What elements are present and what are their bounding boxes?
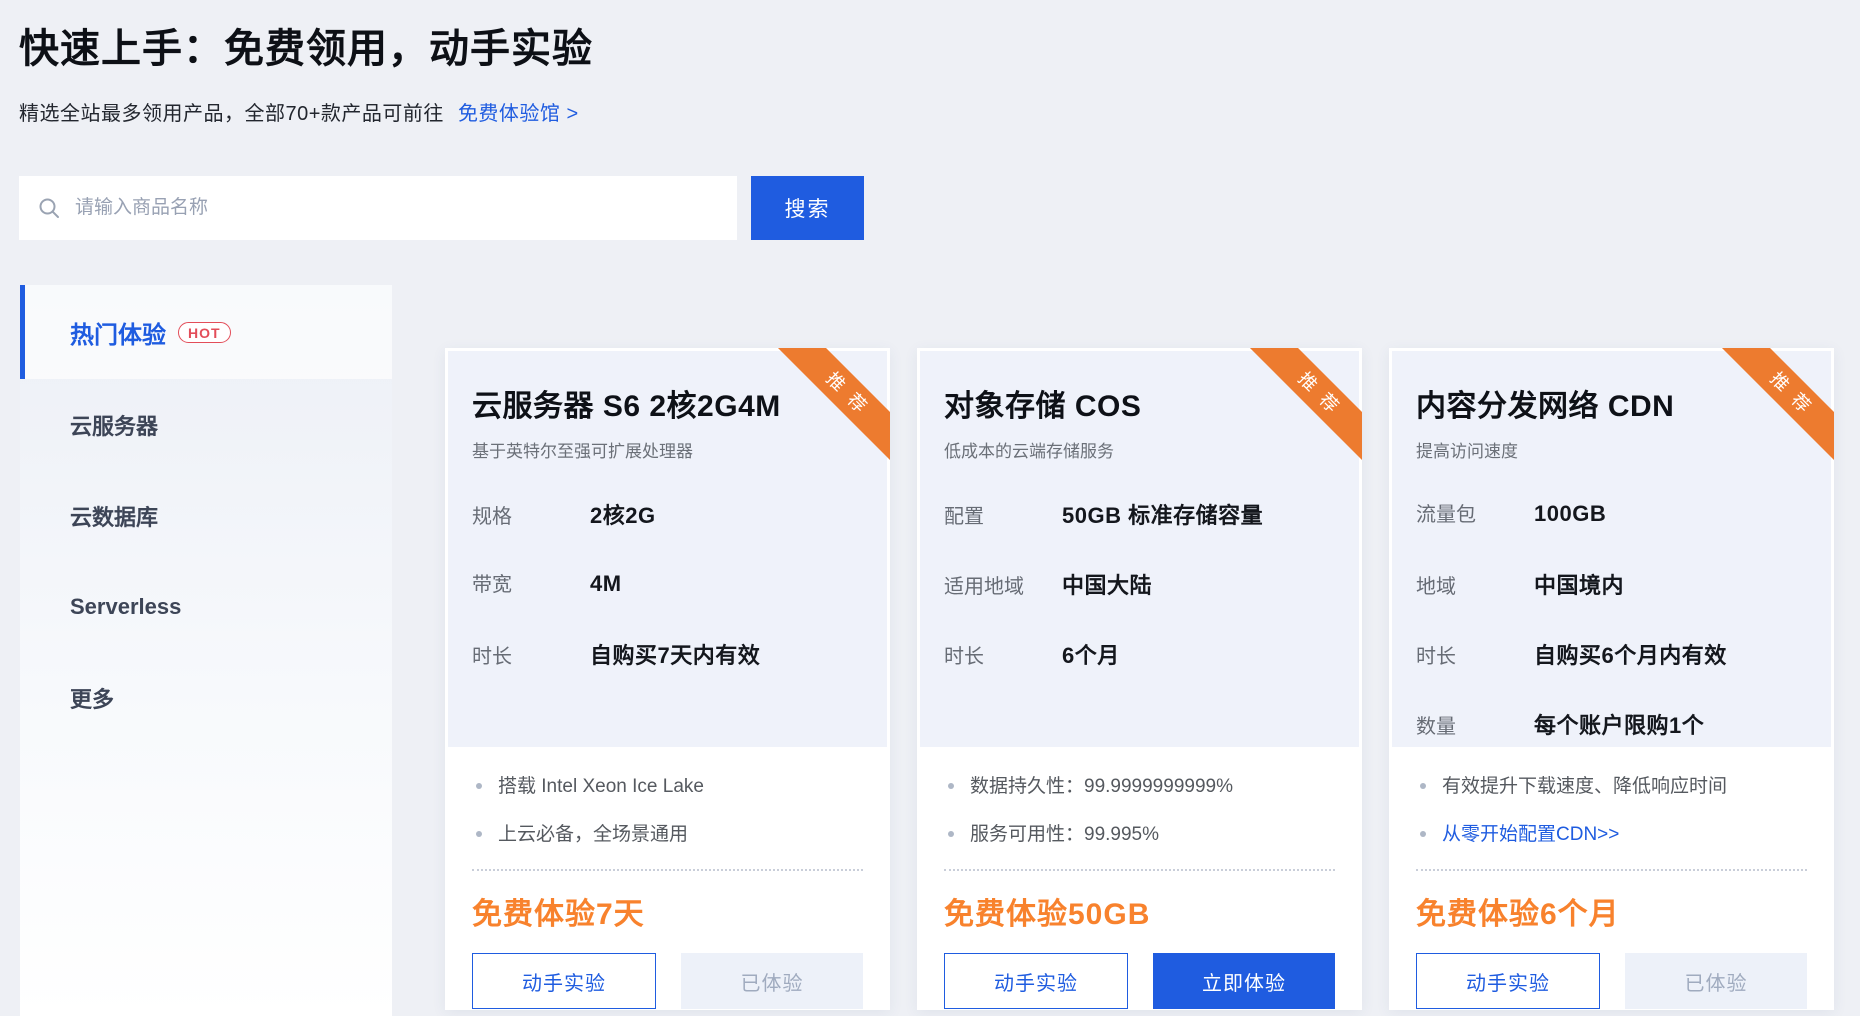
sidebar-item-hot-experience[interactable]: 热门体验 HOT <box>20 285 392 379</box>
product-card-list: 推荐 云服务器 S6 2核2G4M 基于英特尔至强可扩展处理器 规格 2核2G … <box>445 348 1834 1010</box>
sidebar-item-label: 云服务器 <box>70 409 158 441</box>
dotted-divider <box>472 869 863 871</box>
sidebar-item-more[interactable]: 更多 <box>20 652 392 743</box>
sidebar-item-serverless[interactable]: Serverless <box>20 561 392 652</box>
card-actions: 动手实验 已体验 <box>1416 953 1807 1009</box>
card-subtitle: 提高访问速度 <box>1416 437 1807 462</box>
free-offer-text: 免费体验7天 <box>472 889 863 933</box>
spec-value: 每个账户限购1个 <box>1534 708 1704 740</box>
card-title: 内容分发网络 CDN <box>1416 381 1807 425</box>
sidebar: 热门体验 HOT 云服务器 云数据库 Serverless 更多 <box>20 285 392 1016</box>
card-title: 云服务器 S6 2核2G4M <box>472 381 863 425</box>
spec-row: 配置 50GB 标准存储容量 <box>944 498 1335 568</box>
feature-text: 搭载 Intel Xeon Ice Lake <box>498 776 704 797</box>
spec-value: 自购买7天内有效 <box>590 638 760 670</box>
card-subtitle: 基于英特尔至强可扩展处理器 <box>472 437 863 462</box>
hands-on-lab-button[interactable]: 动手实验 <box>944 953 1128 1009</box>
spec-row: 规格 2核2G <box>472 498 863 568</box>
search-button[interactable]: 搜索 <box>751 176 864 240</box>
feature-list: 数据持久性：99.9999999999% 服务可用性：99.995% <box>944 773 1335 849</box>
feature-item: 数据持久性：99.9999999999% <box>944 773 1335 801</box>
spec-row: 流量包 100GB <box>1416 498 1807 568</box>
feature-list: 有效提升下载速度、降低响应时间 从零开始配置CDN>> <box>1416 773 1807 849</box>
feature-item: 有效提升下载速度、降低响应时间 <box>1416 773 1807 801</box>
free-offer-text: 免费体验50GB <box>944 889 1335 933</box>
card-top-section: 云服务器 S6 2核2G4M 基于英特尔至强可扩展处理器 规格 2核2G 带宽 … <box>448 351 887 747</box>
spec-label: 配置 <box>944 500 1062 529</box>
spec-row: 时长 自购买7天内有效 <box>472 638 863 708</box>
card-top-section: 内容分发网络 CDN 提高访问速度 流量包 100GB 地域 中国境内 时长 自… <box>1392 351 1831 747</box>
card-bottom-section: 搭载 Intel Xeon Ice Lake 上云必备，全场景通用 免费体验7天… <box>448 747 887 1009</box>
sidebar-item-cloud-server[interactable]: 云服务器 <box>20 379 392 470</box>
spec-label: 时长 <box>944 640 1062 669</box>
spec-row: 地域 中国境内 <box>1416 568 1807 638</box>
spec-value: 4M <box>590 571 622 597</box>
spec-label: 地域 <box>1416 570 1534 599</box>
spec-row: 时长 自购买6个月内有效 <box>1416 638 1807 708</box>
feature-item: 服务可用性：99.995% <box>944 821 1335 849</box>
product-card-cdn: 推荐 内容分发网络 CDN 提高访问速度 流量包 100GB 地域 中国境内 时… <box>1389 348 1834 1010</box>
spec-label: 时长 <box>1416 640 1534 669</box>
feature-item: 搭载 Intel Xeon Ice Lake <box>472 773 863 801</box>
spec-list: 流量包 100GB 地域 中国境内 时长 自购买6个月内有效 数量 每个账户限购… <box>1416 498 1807 778</box>
spec-list: 规格 2核2G 带宽 4M 时长 自购买7天内有效 <box>472 498 863 708</box>
feature-item: 从零开始配置CDN>> <box>1416 821 1807 849</box>
search-input-wrap <box>19 176 737 240</box>
product-card-cvm: 推荐 云服务器 S6 2核2G4M 基于英特尔至强可扩展处理器 规格 2核2G … <box>445 348 890 1010</box>
feature-text: 有效提升下载速度、降低响应时间 <box>1442 776 1727 797</box>
product-card-cos: 推荐 对象存储 COS 低成本的云端存储服务 配置 50GB 标准存储容量 适用… <box>917 348 1362 1010</box>
page-title: 快速上手：免费领用，动手实验 <box>19 16 593 74</box>
spec-label: 流量包 <box>1416 498 1534 527</box>
feature-text: 数据持久性：99.9999999999% <box>970 776 1233 797</box>
cdn-config-guide-link[interactable]: 从零开始配置CDN>> <box>1442 824 1619 845</box>
spec-label: 带宽 <box>472 568 590 597</box>
spec-value: 100GB <box>1534 501 1606 527</box>
dotted-divider <box>944 869 1335 871</box>
sidebar-item-label: 更多 <box>70 682 114 714</box>
card-subtitle: 低成本的云端存储服务 <box>944 437 1335 462</box>
feature-text: 服务可用性：99.995% <box>970 824 1159 845</box>
feature-text: 上云必备，全场景通用 <box>498 824 688 845</box>
spec-label: 数量 <box>1416 710 1534 739</box>
search-bar: 搜索 <box>19 176 864 240</box>
spec-row: 带宽 4M <box>472 568 863 638</box>
experienced-button[interactable]: 已体验 <box>681 953 863 1009</box>
spec-list: 配置 50GB 标准存储容量 适用地域 中国大陆 时长 6个月 <box>944 498 1335 708</box>
search-input[interactable] <box>75 197 719 219</box>
spec-label: 时长 <box>472 640 590 669</box>
hands-on-lab-button[interactable]: 动手实验 <box>1416 953 1600 1009</box>
spec-value: 中国大陆 <box>1062 568 1152 600</box>
card-bottom-section: 数据持久性：99.9999999999% 服务可用性：99.995% 免费体验5… <box>920 747 1359 1009</box>
spec-value: 6个月 <box>1062 638 1120 670</box>
spec-row: 适用地域 中国大陆 <box>944 568 1335 638</box>
hands-on-lab-button[interactable]: 动手实验 <box>472 953 656 1009</box>
page-subtitle-text: 精选全站最多领用产品，全部70+款产品可前往 <box>19 103 444 125</box>
feature-item: 上云必备，全场景通用 <box>472 821 863 849</box>
free-offer-text: 免费体验6个月 <box>1416 889 1807 933</box>
feature-list: 搭载 Intel Xeon Ice Lake 上云必备，全场景通用 <box>472 773 863 849</box>
spec-label: 规格 <box>472 500 590 529</box>
page-subtitle: 精选全站最多领用产品，全部70+款产品可前往免费体验馆 > <box>19 97 579 126</box>
card-actions: 动手实验 立即体验 <box>944 953 1335 1009</box>
search-icon <box>37 196 61 220</box>
spec-label: 适用地域 <box>944 570 1062 599</box>
free-experience-hall-link[interactable]: 免费体验馆 > <box>458 103 579 125</box>
hot-badge: HOT <box>178 322 231 343</box>
spec-value: 中国境内 <box>1534 568 1624 600</box>
sidebar-item-label: 云数据库 <box>70 500 158 532</box>
experienced-button[interactable]: 已体验 <box>1625 953 1807 1009</box>
spec-value: 50GB 标准存储容量 <box>1062 498 1263 530</box>
spec-value: 自购买6个月内有效 <box>1534 638 1727 670</box>
card-top-section: 对象存储 COS 低成本的云端存储服务 配置 50GB 标准存储容量 适用地域 … <box>920 351 1359 747</box>
card-bottom-section: 有效提升下载速度、降低响应时间 从零开始配置CDN>> 免费体验6个月 动手实验… <box>1392 747 1831 1009</box>
spec-row: 时长 6个月 <box>944 638 1335 708</box>
sidebar-item-label: Serverless <box>70 594 181 620</box>
sidebar-item-label: 热门体验 <box>70 315 166 350</box>
card-title: 对象存储 COS <box>944 381 1335 425</box>
card-actions: 动手实验 已体验 <box>472 953 863 1009</box>
dotted-divider <box>1416 869 1807 871</box>
try-now-button[interactable]: 立即体验 <box>1153 953 1335 1009</box>
sidebar-item-cloud-database[interactable]: 云数据库 <box>20 470 392 561</box>
spec-value: 2核2G <box>590 498 656 530</box>
